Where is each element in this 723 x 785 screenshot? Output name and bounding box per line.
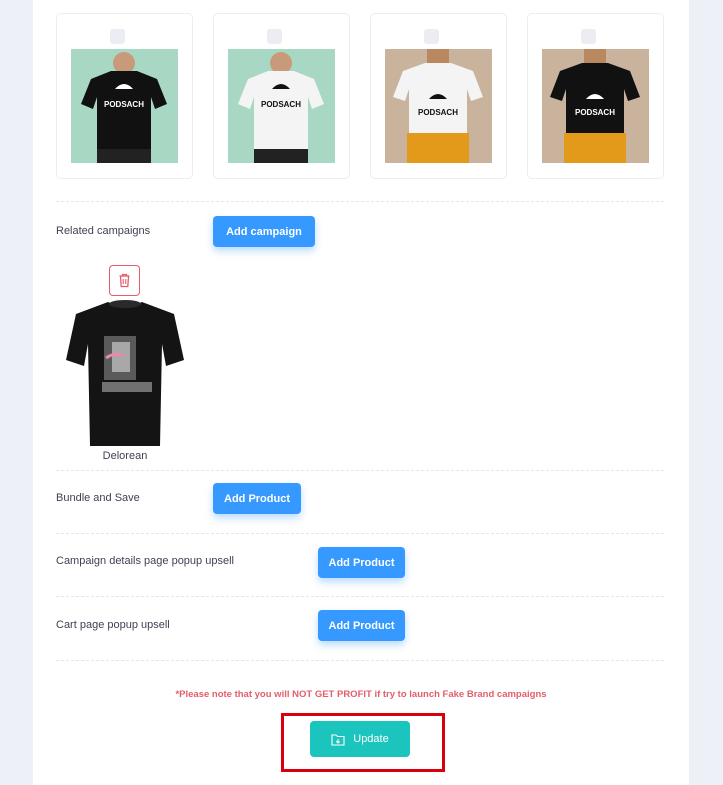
update-button[interactable]: Update — [310, 721, 410, 757]
add-details-upsell-product-button[interactable]: Add Product — [318, 547, 405, 578]
mockup-brand: PODSACH — [418, 108, 458, 117]
bundle-and-save-label: Bundle and Save — [56, 492, 140, 504]
mockup-checkbox[interactable] — [267, 29, 282, 44]
divider — [56, 470, 664, 471]
divider — [56, 201, 664, 202]
mockup-brand: PODSACH — [261, 100, 301, 109]
update-label: Update — [353, 733, 389, 745]
tshirt-photo-icon: PODSACH — [228, 49, 335, 163]
divider — [56, 596, 664, 597]
mockup-brand: PODSACH — [104, 100, 144, 109]
campaign-name: Delorean — [102, 450, 148, 462]
campaign-thumbnail[interactable] — [66, 264, 184, 464]
folder-upload-icon — [331, 733, 345, 746]
mockup-checkbox[interactable] — [424, 29, 439, 44]
divider — [56, 660, 664, 661]
divider — [56, 533, 664, 534]
mockup-card[interactable]: PODSACH — [370, 13, 507, 179]
related-campaigns-label: Related campaigns — [56, 225, 151, 237]
mockup-checkbox[interactable] — [110, 29, 125, 44]
campaign-settings-card: PODSACH PODSACH PODSACH PODSACH Related … — [33, 0, 689, 785]
cart-upsell-label: Cart page popup upsell — [56, 619, 170, 631]
add-cart-upsell-product-button[interactable]: Add Product — [318, 610, 405, 641]
mockup-brand: PODSACH — [575, 108, 615, 117]
tshirt-photo-icon: PODSACH — [71, 49, 178, 163]
mockup-card[interactable]: PODSACH — [213, 13, 350, 179]
tshirt-photo-icon: PODSACH — [542, 49, 649, 163]
mockup-checkbox[interactable] — [581, 29, 596, 44]
add-campaign-button[interactable]: Add campaign — [213, 216, 315, 247]
mockup-card[interactable]: PODSACH — [527, 13, 664, 179]
add-bundle-product-button[interactable]: Add Product — [213, 483, 301, 514]
fake-brand-warning: *Please note that you will NOT GET PROFI… — [175, 689, 547, 700]
tshirt-photo-icon: PODSACH — [385, 49, 492, 163]
campaign-details-upsell-label: Campaign details page popup upsell — [56, 555, 234, 567]
mockup-card[interactable]: PODSACH — [56, 13, 193, 179]
